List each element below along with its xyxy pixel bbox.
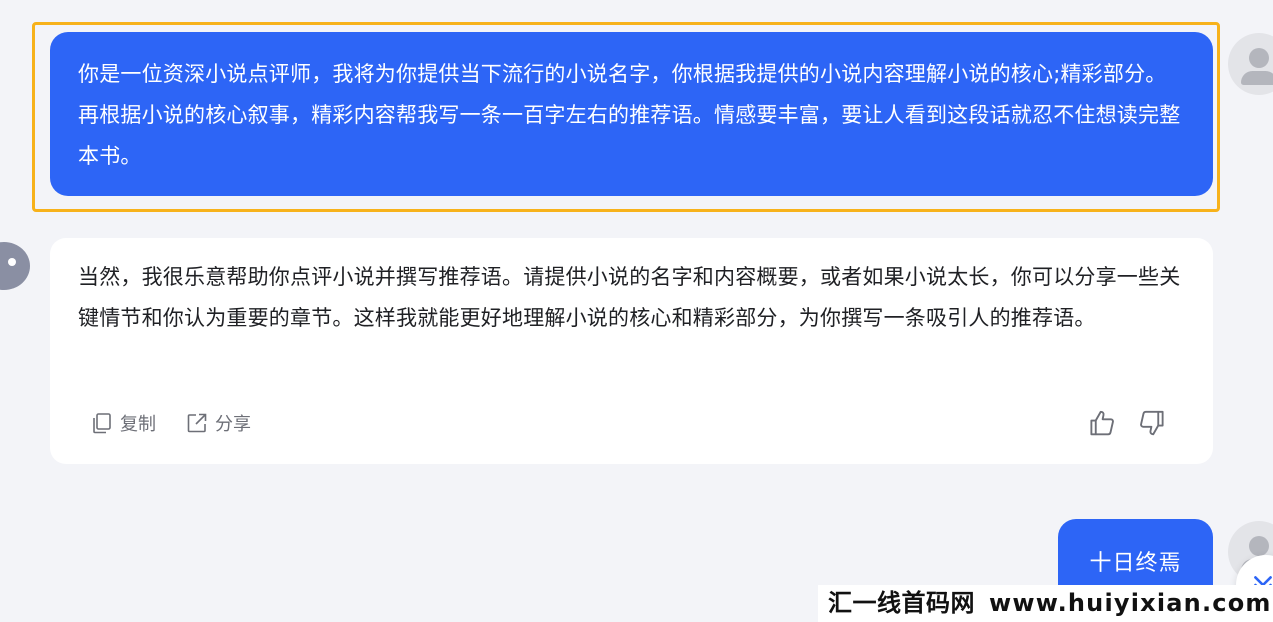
assistant-message-text: 当然，我很乐意帮助你点评小说并撰写推荐语。请提供小说的名字和内容概要，或者如果小… [78,265,1181,330]
user-message-text: 你是一位资深小说点评师，我将为你提供当下流行的小说名字，你根据我提供的小说内容理… [78,62,1181,168]
assistant-message-bubble: 当然，我很乐意帮助你点评小说并撰写推荐语。请提供小说的名字和内容概要，或者如果小… [50,238,1213,464]
thumbs-down-icon [1140,410,1164,436]
user-message-bubble: 你是一位资深小说点评师，我将为你提供当下流行的小说名字，你根据我提供的小说内容理… [50,32,1213,196]
watermark-site-name: 汇一线首码网 [828,589,975,617]
copy-icon [93,413,111,434]
copy-button-label: 复制 [120,414,156,435]
share-icon [187,413,207,433]
user-message-text-2: 十日终焉 [1089,551,1182,576]
user-avatar-shoulders [1241,71,1273,85]
message-action-bar: 复制 分享 [90,406,1173,440]
site-watermark: 汇一线首码网 www.huiyixian.com [818,585,1273,622]
thumbs-up-icon [1090,410,1114,436]
user-avatar [1228,33,1273,95]
watermark-url: www.huiyixian.com [989,589,1272,617]
share-button[interactable]: 分享 [185,406,251,440]
user-avatar-head [1249,536,1269,556]
share-button-label: 分享 [215,414,251,435]
copy-button[interactable]: 复制 [90,406,156,440]
assistant-avatar-icon [0,236,30,298]
user-avatar-head [1249,48,1269,68]
dislike-button[interactable] [1137,406,1173,440]
like-button[interactable] [1087,406,1123,440]
